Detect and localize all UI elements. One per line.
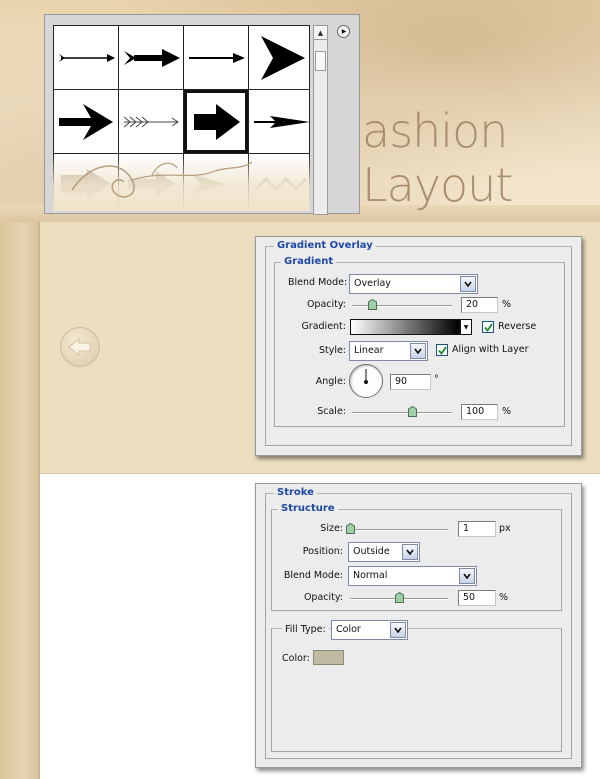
size-slider-track[interactable] — [350, 529, 448, 531]
scroll-up-arrow-icon[interactable]: ▲ — [314, 26, 327, 40]
reverse-checkbox[interactable] — [482, 321, 494, 333]
brush-line-arrow[interactable] — [184, 26, 248, 89]
style-select[interactable]: Linear — [349, 341, 428, 361]
gradient-overlay-title: Gradient Overlay — [274, 240, 376, 252]
bold-arrow-icon — [124, 48, 180, 67]
feather-arrow-icon — [123, 116, 179, 127]
gradient-section-title: Gradient — [281, 256, 337, 268]
chevron-down-icon[interactable] — [460, 276, 476, 292]
chevron-down-icon[interactable] — [402, 544, 418, 560]
dart-arrow-icon — [254, 115, 309, 128]
angle-unit: ° — [434, 374, 439, 385]
scale-input[interactable]: 100 — [461, 404, 498, 420]
hero-title: ashion Layout — [362, 104, 513, 212]
stroke-panel: Stroke Structure Size: 1 px Position: Ou… — [255, 483, 582, 768]
scale-label: Scale: — [317, 406, 346, 417]
opacity-slider-thumb[interactable] — [368, 299, 377, 310]
blend-mode-label: Blend Mode: — [288, 277, 348, 288]
blend-mode-value: Overlay — [354, 278, 391, 289]
brush-thin-arrow[interactable] — [54, 26, 118, 89]
stroke-opacity-unit: % — [499, 592, 509, 603]
stroke-opacity-input[interactable]: 50 — [458, 590, 496, 606]
opacity-label: Opacity: — [306, 299, 346, 310]
brush-block-arrow[interactable] — [184, 90, 248, 153]
back-button[interactable] — [60, 327, 100, 367]
line-arrow-icon — [189, 52, 245, 63]
fill-type-value: Color — [336, 624, 361, 635]
brush-heavy-arrow[interactable] — [54, 90, 118, 153]
swirl-ornament-icon — [71, 161, 253, 198]
gradient-swatch[interactable] — [350, 319, 460, 335]
scale-slider-thumb[interactable] — [408, 406, 417, 417]
scale-unit: % — [502, 406, 512, 417]
brush-triangle-arrow[interactable] — [249, 26, 309, 89]
thin-arrow-icon — [59, 53, 115, 62]
chevron-down-icon[interactable] — [390, 622, 406, 638]
stroke-color-swatch[interactable] — [313, 650, 344, 665]
style-label: Style: — [318, 345, 346, 356]
stroke-title: Stroke — [274, 487, 317, 499]
stroke-opacity-label: Opacity: — [303, 592, 343, 603]
gradient-dropdown-icon[interactable]: ▼ — [460, 319, 472, 335]
chevron-down-icon[interactable] — [459, 568, 475, 584]
color-label: Color: — [282, 653, 310, 664]
blend-mode-select[interactable]: Overlay — [349, 274, 478, 294]
gradient-overlay-panel: Gradient Overlay Gradient Blend Mode: Ov… — [255, 236, 582, 456]
checkmark-icon — [483, 322, 493, 332]
position-label: Position: — [302, 546, 343, 557]
gradient-label: Gradient: — [301, 321, 346, 332]
angle-label: Angle: — [315, 376, 346, 387]
arrow-left-icon — [68, 338, 91, 356]
left-strip-edge — [38, 222, 40, 779]
stroke-blend-mode-label: Blend Mode: — [283, 570, 343, 581]
left-strip — [0, 222, 40, 779]
opacity-unit: % — [502, 299, 512, 310]
size-input[interactable]: 1 — [458, 521, 496, 537]
structure-title: Structure — [278, 503, 338, 515]
size-slider-thumb[interactable] — [346, 523, 355, 534]
triangle-arrow-icon — [261, 35, 305, 80]
angle-input[interactable]: 90 — [390, 374, 431, 390]
align-with-layer-checkbox[interactable] — [436, 344, 448, 356]
position-value: Outside — [353, 546, 390, 557]
brush-dart-arrow[interactable] — [249, 90, 309, 153]
fill-type-group — [271, 628, 562, 752]
chevron-down-icon[interactable] — [410, 343, 426, 359]
style-value: Linear — [354, 345, 384, 356]
position-select[interactable]: Outside — [348, 542, 420, 562]
brush-feather-arrow[interactable] — [119, 90, 183, 153]
fill-type-label: Fill Type: — [282, 624, 329, 636]
stroke-opacity-slider-thumb[interactable] — [395, 592, 404, 603]
reverse-label: Reverse — [498, 321, 537, 332]
stroke-blend-mode-select[interactable]: Normal — [348, 566, 477, 586]
checkmark-icon — [437, 345, 447, 355]
opacity-input[interactable]: 20 — [461, 297, 498, 313]
heavy-arrow-icon — [59, 103, 113, 140]
scroll-thumb[interactable] — [315, 51, 326, 71]
stroke-blend-mode-value: Normal — [353, 570, 388, 581]
size-label: Size: — [320, 523, 343, 534]
fill-type-select[interactable]: Color — [331, 620, 408, 640]
block-arrow-icon — [194, 103, 240, 140]
align-with-layer-label: Align with Layer — [452, 344, 529, 355]
brush-bold-arrow[interactable] — [119, 26, 183, 89]
opacity-slider-track[interactable] — [352, 305, 452, 307]
brush-menu-icon[interactable]: ▶ — [337, 25, 350, 38]
scale-slider-track[interactable] — [352, 412, 452, 414]
angle-dial-needle-icon — [364, 369, 368, 384]
angle-dial[interactable] — [349, 364, 383, 398]
size-unit: px — [499, 523, 511, 534]
brush-scrollbar[interactable]: ▲ — [313, 25, 328, 215]
